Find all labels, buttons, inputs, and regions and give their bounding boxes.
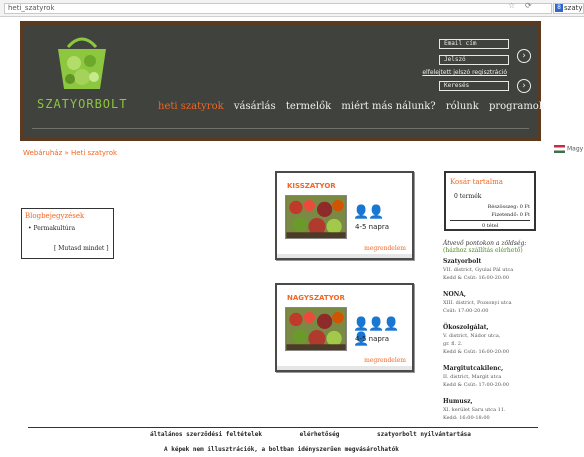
pickup-point-name[interactable]: Margitutcakilenc, (443, 364, 543, 373)
pickup-point-line: II. district, Margit utca (443, 374, 502, 380)
blog-title: Blogbejegyzések (25, 212, 85, 220)
person-icon: 👤 (383, 317, 399, 332)
email-field[interactable]: Email cím (439, 39, 509, 49)
cart-title[interactable]: Kosár tartalma (450, 178, 503, 186)
footer-note: A képek nem illusztrációk, a boltban idé… (164, 446, 399, 453)
pickup-points: Átvevő pontokon a zöldség: (házhoz száll… (443, 240, 543, 430)
footer-link-contact[interactable]: elérhetőség (300, 431, 340, 438)
order-button[interactable]: megrendelem (364, 357, 406, 364)
main-nav: heti szatyrok vásárlás termelők miért má… (158, 101, 552, 112)
person-icon: 👤 (368, 205, 384, 220)
pickup-point-line: VII. district, Gyulai Pál utca (443, 267, 514, 273)
pickup-point-name[interactable]: Szatyorbolt (443, 257, 543, 266)
login-arrow-button[interactable]: › (517, 49, 531, 63)
vegetables-photo (285, 195, 347, 239)
pickup-point: Margitutcakilenc, II. district, Margit u… (443, 364, 543, 389)
person-icon: 👤 (368, 317, 384, 332)
person-icon: 👤 (353, 317, 369, 332)
pickup-point-line: gr. fl. 2. (443, 341, 463, 347)
forgot-register-link[interactable]: elfelejtett jelszó regisztráció (422, 69, 507, 76)
pickup-point-name[interactable]: Humusz, (443, 397, 543, 406)
nav-item-termelok[interactable]: termelők (286, 101, 331, 112)
blog-box: Blogbejegyzések • Permakultúra [ Mutasd … (21, 208, 114, 259)
footer-link-registry[interactable]: szatyorbolt nyilvántartása (377, 431, 471, 438)
pickup-subheading: (házhoz szállítás elérhető) (443, 247, 523, 254)
cart-subtotal: Részösszeg: 0 Ft (488, 204, 530, 210)
pickup-point-line: XIII. district, Pozsonyi utca (443, 300, 512, 306)
vegetables-photo (285, 307, 347, 351)
payable-label: Fizetendő: (491, 212, 519, 218)
subtotal-value: 0 Ft (519, 204, 530, 210)
address-bar[interactable]: heti_szatyrok (4, 3, 552, 14)
cart-item-count: 0 termék (454, 193, 482, 200)
blog-item[interactable]: Permakultúra (33, 225, 75, 232)
browser-search-text: szaty (564, 4, 583, 12)
nav-item-rolunk[interactable]: rólunk (446, 101, 479, 112)
footer-link-terms[interactable]: általános szerződési feltételek (150, 431, 262, 438)
shopping-bag-logo-icon[interactable] (52, 33, 112, 91)
search-form: Keresés › (439, 79, 531, 97)
person-icon: 👤 (353, 205, 369, 220)
cart-payable: Fizetendő: 0 Ft (491, 212, 530, 218)
pickup-point-line: Kedd: 16:00-18:00 (443, 415, 490, 421)
nav-item-vasarlas[interactable]: vásárlás (234, 101, 276, 112)
card-footer-bar (277, 366, 412, 370)
site-header: SZATYORBOLT Email cím Jelszó › elfelejte… (20, 21, 545, 141)
cart-box: Kosár tartalma 0 termék Részösszeg: 0 Ft… (444, 171, 536, 231)
pickup-point: NONA, XIII. district, Pozsonyi utca Csüt… (443, 290, 543, 315)
browser-toolbar: heti_szatyrok ☆ ⟳ 8 szaty (0, 0, 584, 17)
pickup-point-name[interactable]: NONA, (443, 290, 543, 299)
language-label: Magy (567, 145, 584, 153)
product-duration: 4-5 napra (355, 223, 389, 231)
card-footer-bar (277, 254, 412, 258)
cart-total: 0 tétel (482, 223, 499, 229)
payable-value: 0 Ft (519, 212, 530, 218)
pickup-point: Humusz, XI. kerület Saru utca 11. Kedd: … (443, 397, 543, 422)
search-arrow-button[interactable]: › (517, 79, 531, 93)
subtotal-label: Részösszeg: (487, 204, 519, 210)
product-title: KISSZATYOR (287, 182, 336, 190)
product-duration: 4-5 napra (355, 335, 389, 343)
pickup-point-line: V. district, Nádor utca, (443, 333, 501, 339)
pickup-point-line: Kedd & Csüt: 16:00-20:00 (443, 349, 509, 355)
login-form: Email cím Jelszó › (439, 39, 531, 71)
pickup-point: Ökoszolgálat, V. district, Nádor utca, g… (443, 323, 543, 356)
pickup-point-line: Csüt: 17:00-20:00 (443, 308, 489, 314)
product-card-small[interactable]: KISSZATYOR 👤👤 4-5 napra megrendelem (275, 171, 414, 260)
password-field[interactable]: Jelszó (439, 55, 509, 65)
breadcrumb[interactable]: Webáruház » Heti szatyrok (23, 149, 117, 157)
reload-icon[interactable]: ⟳ (525, 1, 532, 10)
footer-divider (28, 427, 538, 428)
chalkboard: SZATYORBOLT Email cím Jelszó › elfelejte… (24, 25, 545, 137)
google-icon: 8 (555, 4, 563, 12)
star-icon[interactable]: ☆ (508, 1, 515, 10)
product-title: NAGYSZATYOR (287, 294, 345, 302)
pickup-point-line: XI. kerület Saru utca 11. (443, 407, 506, 413)
language-selector[interactable]: Magy (554, 145, 583, 153)
divider (450, 220, 530, 221)
nav-item-miert-mas[interactable]: miért más nálunk? (341, 101, 435, 112)
search-input[interactable]: Keresés (439, 81, 509, 91)
pickup-point-name[interactable]: Ökoszolgálat, (443, 323, 543, 332)
browser-search-box[interactable]: 8 szaty (553, 3, 584, 14)
pickup-point-line: Kedd & Csüt: 17:00-20:00 (443, 382, 509, 388)
nav-item-heti-szatyrok[interactable]: heti szatyrok (158, 101, 224, 112)
pickup-point: Szatyorbolt VII. district, Gyulai Pál ut… (443, 257, 543, 282)
persons-icon-group: 👤👤 (353, 205, 384, 220)
pickup-heading: Átvevő pontokon a zöldség: (443, 240, 527, 247)
pickup-point-line: Kedd & Csüt: 16:00-20:00 (443, 275, 509, 281)
order-button[interactable]: megrendelem (364, 245, 406, 252)
nav-item-programok[interactable]: programok (489, 101, 545, 112)
blog-list: • Permakultúra (28, 225, 76, 232)
hungarian-flag-icon (554, 145, 565, 153)
show-all-link[interactable]: [ Mutasd mindet ] (54, 245, 109, 252)
logo-text[interactable]: SZATYORBOLT (37, 97, 127, 111)
product-card-large[interactable]: NAGYSZATYOR 👤👤👤👤 4-5 napra megrendelem (275, 283, 414, 372)
footer-links: általános szerződési feltételek elérhető… (150, 431, 505, 438)
